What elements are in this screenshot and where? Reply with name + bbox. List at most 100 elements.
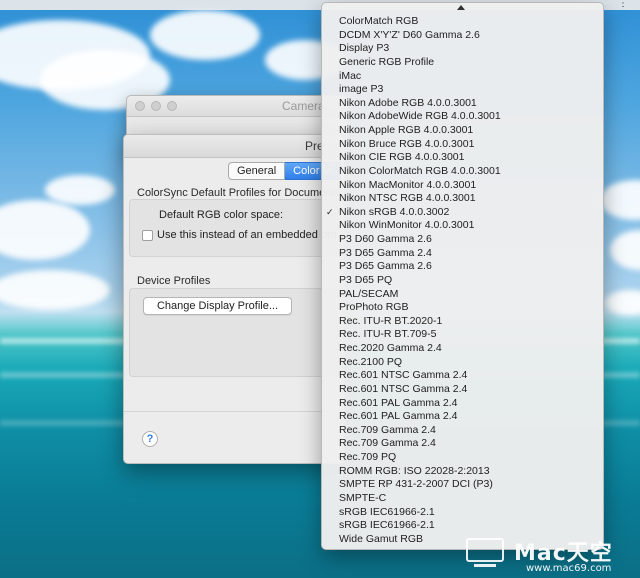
menu-item[interactable]: Rec.601 PAL Gamma 2.4 — [322, 397, 603, 411]
menu-item-label: DCDM X'Y'Z' D60 Gamma 2.6 — [339, 28, 480, 41]
menu-item[interactable]: SMPTE RP 431-2-2007 DCI (P3) — [322, 478, 603, 492]
colorsync-group: Default RGB color space: Use this instea… — [129, 199, 344, 257]
menu-item-label: Nikon CIE RGB 4.0.0.3001 — [339, 151, 465, 164]
menu-item-label: Rec.709 Gamma 2.4 — [339, 423, 436, 436]
menu-item[interactable]: Rec.2100 PQ — [322, 356, 603, 370]
menu-item[interactable]: Display P3 — [322, 42, 603, 56]
menu-item[interactable]: image P3 — [322, 83, 603, 97]
menu-item[interactable]: ROMM RGB: ISO 22028-2:2013 — [322, 465, 603, 479]
cloud — [0, 200, 90, 260]
menu-item-label: ROMM RGB: ISO 22028-2:2013 — [339, 464, 490, 477]
menu-item-label: Nikon Apple RGB 4.0.0.3001 — [339, 124, 474, 136]
menu-item[interactable]: iMac — [322, 70, 603, 84]
zoom-button[interactable] — [167, 101, 177, 111]
device-profiles-group: Change Display Profile... — [129, 288, 344, 377]
menu-item[interactable]: Nikon Bruce RGB 4.0.0.3001 — [322, 138, 603, 152]
menu-item-label: Nikon ColorMatch RGB 4.0.0.3001 — [339, 164, 501, 177]
menubar-extras-icon[interactable]: ⋮ — [618, 0, 628, 9]
menu-item-label: Nikon MacMonitor 4.0.0.3001 — [339, 178, 477, 191]
cloud — [600, 180, 640, 220]
menu-item-label: Display P3 — [339, 42, 390, 55]
menu-item[interactable]: P3 D65 PQ — [322, 274, 603, 288]
menu-item-label: Rec. ITU-R BT.2020-1 — [339, 314, 443, 327]
menu-item-label: Nikon AdobeWide RGB 4.0.0.3001 — [339, 110, 501, 123]
menu-item[interactable]: Rec.601 NTSC Gamma 2.4 — [322, 383, 603, 397]
menu-item[interactable]: Rec.709 Gamma 2.4 — [322, 424, 603, 438]
menu-item[interactable]: P3 D60 Gamma 2.6 — [322, 233, 603, 247]
menu-item-label: SMPTE RP 431-2-2007 DCI (P3) — [339, 478, 493, 491]
menu-item[interactable]: Nikon WinMonitor 4.0.0.3001 — [322, 219, 603, 233]
menu-item-label: Rec.601 PAL Gamma 2.4 — [339, 410, 458, 423]
menu-item-label: Rec.2100 PQ — [339, 355, 403, 368]
preferences-titlebar: Pre — [124, 135, 344, 158]
close-button[interactable] — [135, 101, 145, 111]
menu-item-label: PAL/SECAM — [339, 287, 399, 300]
menu-item-label: Nikon sRGB 4.0.0.3002 — [339, 205, 450, 218]
watermark: Mac天空 www.mac69.com — [466, 535, 640, 578]
menu-item-label: Nikon WinMonitor 4.0.0.3001 — [339, 219, 475, 232]
monitor-logo-icon — [466, 538, 504, 567]
menu-item-label: Rec. ITU-R BT.709-5 — [339, 328, 437, 341]
menu-item-label: Rec.601 NTSC Gamma 2.4 — [339, 382, 468, 395]
menu-item[interactable]: Nikon ColorMatch RGB 4.0.0.3001 — [322, 165, 603, 179]
preferences-window: Pre General Color M ColorSync Default Pr… — [123, 134, 345, 464]
menu-item-label: Nikon Adobe RGB 4.0.0.3001 — [339, 96, 477, 109]
menu-item[interactable]: ProPhoto RGB — [322, 301, 603, 315]
minimize-button[interactable] — [151, 101, 161, 111]
cloud — [150, 10, 260, 60]
menu-item-label: Nikon NTSC RGB 4.0.0.3001 — [339, 192, 476, 205]
menu-item[interactable]: sRGB IEC61966-2.1 — [322, 506, 603, 520]
tab-general[interactable]: General — [228, 162, 286, 180]
menu-item[interactable]: Rec.2020 Gamma 2.4 — [322, 342, 603, 356]
menu-item[interactable]: P3 D65 Gamma 2.6 — [322, 260, 603, 274]
color-space-list: ColorMatch RGB DCDM X'Y'Z' D60 Gamma 2.6 D… — [322, 15, 603, 546]
menu-item[interactable]: PAL/SECAM — [322, 288, 603, 302]
watermark-url: www.mac69.com — [526, 563, 612, 574]
menu-item-label: iMac — [339, 69, 362, 82]
menu-item-label: sRGB IEC61966-2.1 — [339, 519, 435, 532]
menu-item[interactable]: Rec.709 PQ — [322, 451, 603, 465]
menu-item[interactable]: Nikon AdobeWide RGB 4.0.0.3001 — [322, 110, 603, 124]
help-button[interactable]: ? — [142, 431, 158, 447]
menu-item-label: Wide Gamut RGB — [339, 532, 424, 545]
menu-item[interactable]: Nikon CIE RGB 4.0.0.3001 — [322, 151, 603, 165]
scroll-up-arrow-icon[interactable] — [457, 5, 465, 10]
menu-item-label: Nikon Bruce RGB 4.0.0.3001 — [339, 137, 475, 150]
menu-item[interactable]: Nikon MacMonitor 4.0.0.3001 — [322, 179, 603, 193]
color-space-menu: ColorMatch RGB DCDM X'Y'Z' D60 Gamma 2.6 D… — [321, 2, 604, 550]
menu-item[interactable]: Rec. ITU-R BT.2020-1 — [322, 315, 603, 329]
menu-item[interactable]: Rec.601 PAL Gamma 2.4 — [322, 410, 603, 424]
use-instead-checkbox[interactable] — [142, 230, 153, 241]
menu-item[interactable]: ColorMatch RGB — [322, 15, 603, 29]
menu-item-label: image P3 — [339, 83, 384, 96]
menu-item-label: ColorMatch RGB — [339, 15, 419, 27]
menu-item[interactable]: P3 D65 Gamma 2.4 — [322, 247, 603, 261]
use-instead-label: Use this instead of an embedded pro — [157, 229, 337, 241]
menu-item-label: Rec.601 NTSC Gamma 2.4 — [339, 369, 468, 382]
menu-item[interactable]: sRGB IEC61966-2.1 — [322, 519, 603, 533]
menu-item-label: sRGB IEC61966-2.1 — [339, 505, 435, 518]
camera-raw-titlebar: Camera — [127, 96, 347, 117]
menu-item[interactable]: Generic RGB Profile — [322, 56, 603, 70]
cloud — [605, 290, 640, 315]
menu-item[interactable]: Nikon Adobe RGB 4.0.0.3001 — [322, 97, 603, 111]
menu-item[interactable]: SMPTE-C — [322, 492, 603, 506]
menu-item[interactable]: Rec.709 Gamma 2.4 — [322, 437, 603, 451]
colorsync-section-title: ColorSync Default Profiles for Documents — [137, 187, 340, 199]
menu-item-label: Rec.709 PQ — [339, 451, 397, 463]
menu-item[interactable]: Nikon NTSC RGB 4.0.0.3001 — [322, 192, 603, 206]
menu-item-label: P3 D65 Gamma 2.6 — [339, 260, 432, 273]
menu-item-label: SMPTE-C — [339, 491, 387, 504]
menu-item[interactable]: Rec. ITU-R BT.709-5 — [322, 328, 603, 342]
window-title: Camera — [282, 99, 325, 113]
menu-item[interactable]: Nikon Apple RGB 4.0.0.3001 — [322, 124, 603, 138]
menu-item[interactable]: ✓ Nikon sRGB 4.0.0.3002 — [322, 206, 603, 220]
menu-item[interactable]: Rec.601 NTSC Gamma 2.4 — [322, 369, 603, 383]
menu-item[interactable]: DCDM X'Y'Z' D60 Gamma 2.6 — [322, 29, 603, 43]
cloud — [45, 175, 115, 205]
change-display-profile-button[interactable]: Change Display Profile... — [143, 297, 292, 315]
cloud — [0, 270, 110, 310]
cloud — [610, 230, 640, 270]
menu-item-label: Rec.2020 Gamma 2.4 — [339, 342, 442, 354]
checkmark-icon: ✓ — [326, 206, 334, 217]
